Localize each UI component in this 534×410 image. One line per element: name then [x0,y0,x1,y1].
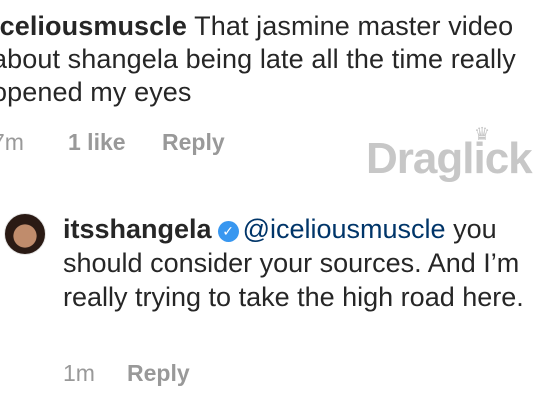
reply-comment: itsshangela ✓ @iceliousmuscle you should c… [63,212,533,314]
parent-comment-meta: 7m 1 like Reply [0,128,225,156]
watermark-text: Draglick [366,134,533,183]
verified-badge-icon: ✓ [217,221,239,242]
reply-username[interactable]: itsshangela [63,214,212,244]
likes-count-button[interactable]: 1 like [68,128,162,156]
watermark: Draglick ♛ [366,124,533,184]
reply-button[interactable]: Reply [127,359,190,387]
crown-icon: ♛ [474,124,490,144]
comment-timestamp: 7m [0,129,24,155]
reply-timestamp: 1m [63,360,95,386]
parent-comment: iceliousmuscle That jasmine master video… [0,10,532,109]
comment-thread: iceliousmuscle That jasmine master video… [0,0,534,410]
mention-link[interactable]: @iceliousmuscle [243,214,446,244]
comment-username[interactable]: iceliousmuscle [0,11,187,41]
reply-comment-meta: 1m Reply [63,359,190,387]
reply-button[interactable]: Reply [162,128,225,156]
avatar[interactable] [4,213,46,255]
